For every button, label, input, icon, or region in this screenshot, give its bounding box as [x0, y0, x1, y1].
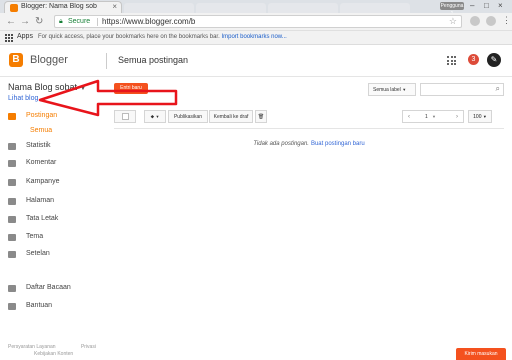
annotation-arrow — [38, 79, 178, 117]
